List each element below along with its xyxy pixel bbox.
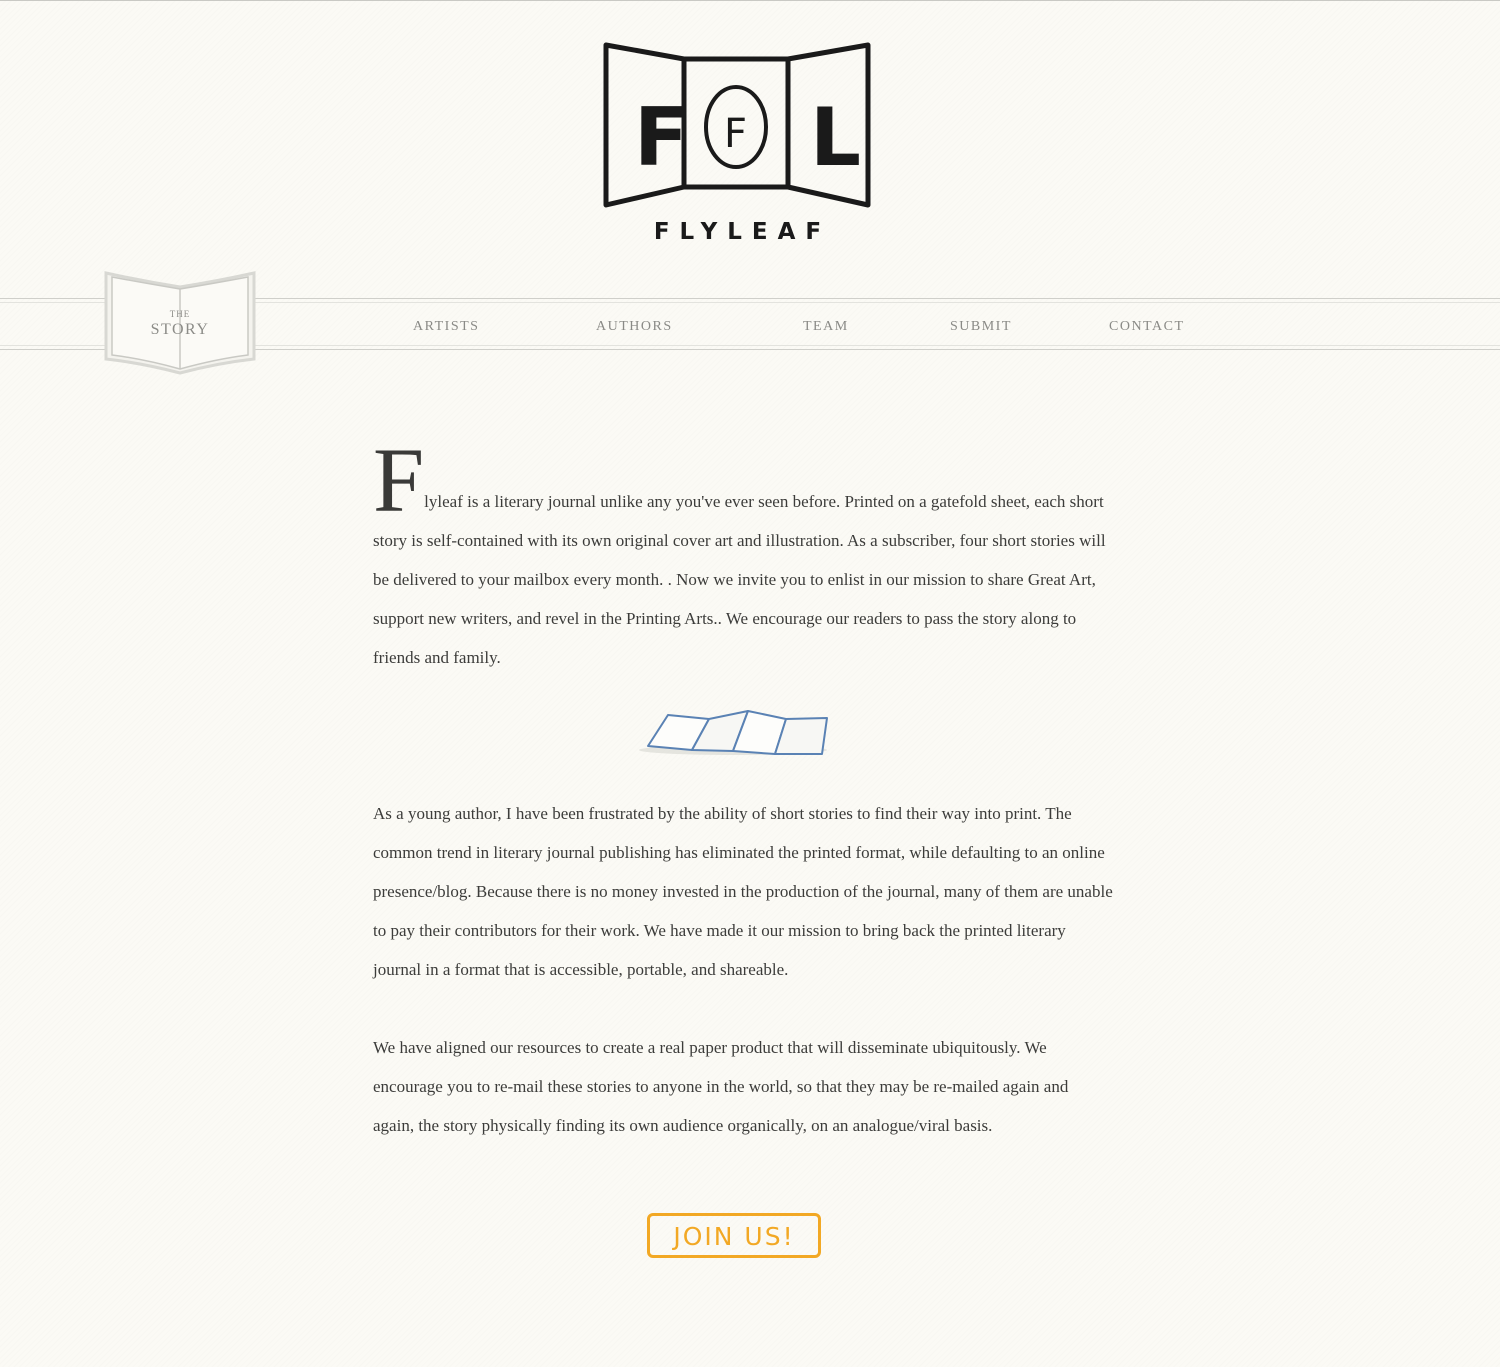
resources-paragraph: We have aligned our resources to create …	[373, 1038, 1069, 1135]
nav-contact-link[interactable]: CONTACT	[1109, 319, 1185, 335]
nav-team-link[interactable]: TEAM	[803, 319, 849, 335]
drop-cap: F	[373, 429, 425, 531]
nav-authors-link[interactable]: AUTHORS	[596, 319, 673, 335]
flyleaf-logo[interactable]: F F L FLYLEAF	[600, 39, 875, 254]
svg-text:F: F	[724, 111, 747, 157]
the-story-nav-badge[interactable]: THE STORY	[102, 269, 258, 377]
badge-label: STORY	[150, 321, 210, 338]
intro-paragraph: F lyleaf is a literary journal unlike an…	[373, 429, 1113, 677]
nav-artists-link[interactable]: ARTISTS	[413, 319, 479, 335]
brand-name: FLYLEAF	[653, 219, 832, 245]
intro-paragraph-text: lyleaf is a literary journal unlike any …	[373, 492, 1106, 667]
gatefold-sheet-illustration	[635, 705, 835, 761]
nav-submit-link[interactable]: SUBMIT	[950, 319, 1012, 335]
badge-small-label: THE	[169, 309, 191, 319]
gatefold-logo-icon: F F L	[603, 42, 871, 208]
svg-text:L: L	[810, 91, 861, 184]
mission-paragraph: As a young author, I have been frustrate…	[373, 804, 1113, 979]
svg-text:F: F	[634, 91, 689, 184]
join-us-button[interactable]: JOIN US!	[647, 1213, 821, 1258]
